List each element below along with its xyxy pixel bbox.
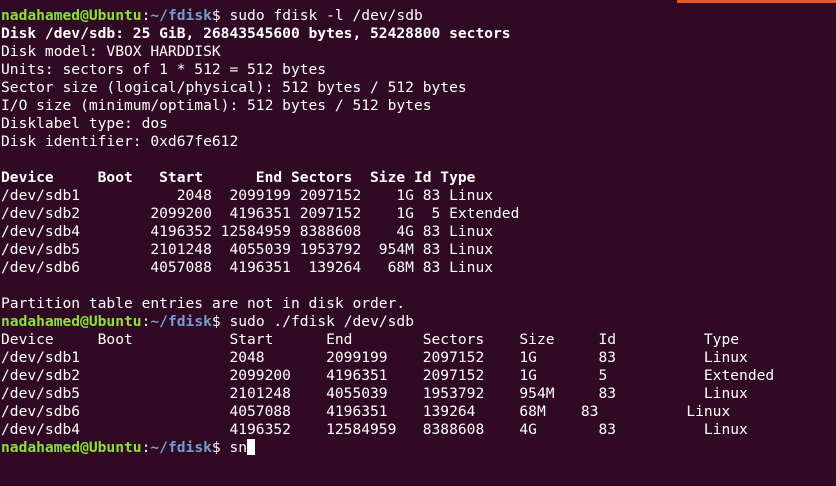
disk-header-line: Disk /dev/sdb: 25 GiB, 26843545600 bytes… <box>1 25 511 42</box>
prompt-line: nadahamed@Ubuntu:~/fdisk$ sudo fdisk -l … <box>1 7 774 25</box>
custom-table-row: /dev/sdb5 2101248 4055039 1953792 954M 8… <box>1 385 748 402</box>
custom-table-row: /dev/sdb2 2099200 4196351 2097152 1G 5 E… <box>1 367 775 384</box>
prompt-user-host: nadahamed@Ubuntu <box>1 313 142 330</box>
prompt-path: ~/fdisk <box>150 7 212 24</box>
custom-table-row: /dev/sdb1 2048 2099199 2097152 1G 83 Lin… <box>1 349 748 366</box>
output-line: I/O size (minimum/optimal): 512 bytes / … <box>1 97 432 114</box>
command-text: sudo ./fdisk /dev/sdb <box>229 313 414 330</box>
terminal-window[interactable]: nadahamed@Ubuntu:~/fdisk$ sudo fdisk -l … <box>0 0 836 486</box>
prompt-path: ~/fdisk <box>150 313 212 330</box>
partition-table-row: /dev/sdb5 2101248 4055039 1953792 954M 8… <box>1 241 494 258</box>
partition-table-row: /dev/sdb4 4196352 12584959 8388608 4G 83… <box>1 223 494 240</box>
partition-table-row: /dev/sdb1 2048 2099199 2097152 1G 83 Lin… <box>1 187 494 204</box>
output-line: Units: sectors of 1 * 512 = 512 bytes <box>1 61 327 78</box>
output-line: Disk identifier: 0xd67fe612 <box>1 133 239 150</box>
partition-table-row: /dev/sdb2 2099200 4196351 2097152 1G 5 E… <box>1 205 520 222</box>
custom-table-row: /dev/sdb4 4196352 12584959 8388608 4G 83… <box>1 421 748 438</box>
prompt-dollar: $ <box>211 313 230 330</box>
custom-table-header: Device Boot Start End Sectors Size Id Ty… <box>1 331 740 348</box>
prompt-dollar: $ <box>211 439 230 456</box>
terminal-output: nadahamed@Ubuntu:~/fdisk$ sudo fdisk -l … <box>1 7 774 457</box>
output-line: Disk model: VBOX HARDDISK <box>1 43 221 60</box>
command-input[interactable]: sn <box>229 439 247 456</box>
text-cursor <box>247 439 256 455</box>
output-line: Disklabel type: dos <box>1 115 168 132</box>
window-accent-bar <box>677 0 836 3</box>
output-line: Sector size (logical/physical): 512 byte… <box>1 79 467 96</box>
custom-table-row: /dev/sdb6 4057088 4196351 139264 68M 83 … <box>1 403 731 420</box>
prompt-line-active[interactable]: nadahamed@Ubuntu:~/fdisk$ sn <box>1 439 774 457</box>
warning-line: Partition table entries are not in disk … <box>1 295 406 312</box>
command-text: sudo fdisk -l /dev/sdb <box>229 7 423 24</box>
prompt-dollar: $ <box>211 7 230 24</box>
prompt-path: ~/fdisk <box>150 439 212 456</box>
partition-table-header: Device Boot Start End Sectors Size Id Ty… <box>1 169 476 186</box>
prompt-user-host: nadahamed@Ubuntu <box>1 439 142 456</box>
partition-table-row: /dev/sdb6 4057088 4196351 139264 68M 83 … <box>1 259 494 276</box>
prompt-user-host: nadahamed@Ubuntu <box>1 7 142 24</box>
prompt-line: nadahamed@Ubuntu:~/fdisk$ sudo ./fdisk /… <box>1 313 774 331</box>
